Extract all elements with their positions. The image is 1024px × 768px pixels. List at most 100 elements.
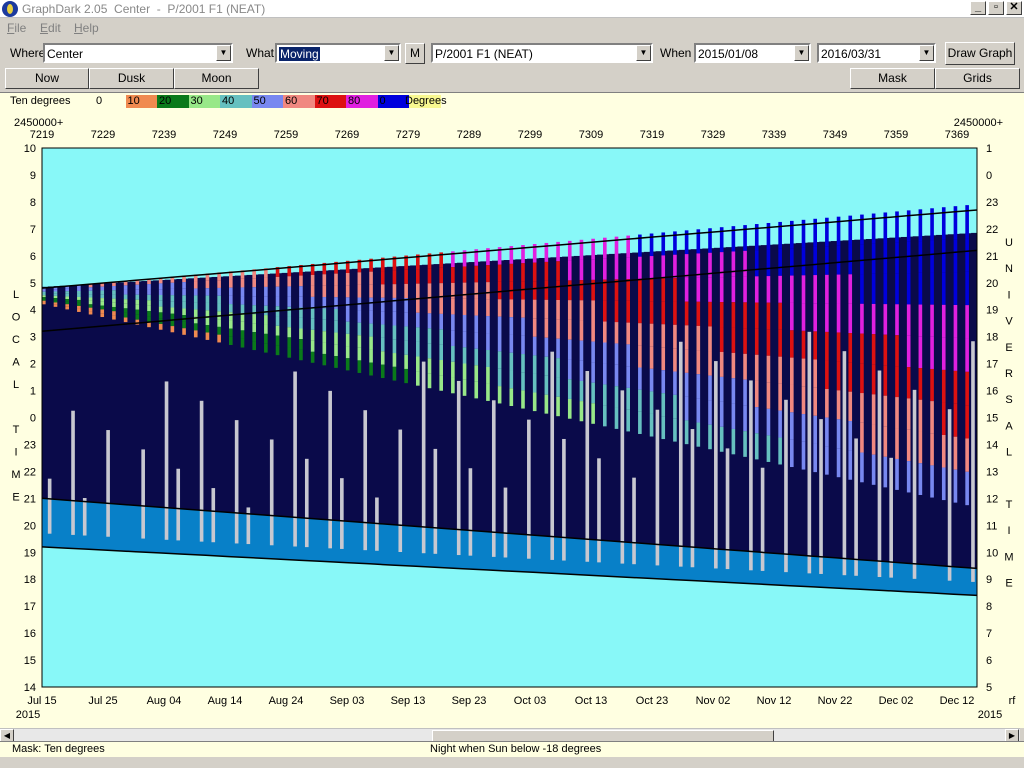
- moon-stripe: [854, 438, 858, 576]
- altitude-stripe: [486, 265, 490, 283]
- altitude-stripe: [252, 341, 256, 351]
- altitude-stripe: [836, 332, 841, 362]
- altitude-stripe: [603, 300, 607, 322]
- altitude-stripe: [941, 304, 946, 338]
- left-tick-label: 14: [24, 682, 36, 694]
- end-date-select[interactable]: 2016/03/31 ▼: [817, 43, 936, 63]
- night-region: [608, 253, 616, 542]
- altitude-stripe: [252, 296, 256, 306]
- altitude-stripe: [708, 351, 712, 376]
- altitude-stripe: [123, 289, 128, 295]
- twilight-band: [205, 510, 212, 556]
- altitude-stripe: [357, 284, 362, 298]
- right-tick-label: 19: [986, 305, 998, 317]
- night-region: [351, 268, 359, 522]
- altitude-stripe: [404, 269, 408, 284]
- altitude-stripe: [345, 309, 350, 322]
- twilight-band: [193, 509, 201, 555]
- altitude-stripe: [416, 327, 420, 342]
- altitude-stripe: [287, 306, 292, 317]
- twilight-band: [696, 547, 703, 582]
- chevron-down-icon[interactable]: ▼: [919, 45, 934, 61]
- altitude-stripe: [603, 258, 607, 280]
- moon-button[interactable]: Moon: [174, 68, 259, 89]
- altitude-stripe: [918, 463, 923, 495]
- close-button[interactable]: ✕: [1006, 1, 1022, 15]
- altitude-stripe: [790, 357, 794, 385]
- altitude-stripe: [603, 405, 607, 427]
- chevron-down-icon[interactable]: ▼: [794, 45, 809, 61]
- menu-edit[interactable]: Edit: [40, 21, 61, 35]
- moon-stripe: [176, 468, 181, 541]
- altitude-stripe: [404, 340, 408, 355]
- menu-help[interactable]: Help: [74, 21, 99, 35]
- altitude-stripe: [883, 304, 888, 335]
- altitude-stripe: [53, 291, 58, 294]
- object-select[interactable]: P/2001 F1 (NEAT) ▼: [431, 43, 653, 63]
- altitude-stripe: [439, 298, 443, 314]
- night-region: [702, 248, 709, 549]
- altitude-stripe: [182, 295, 186, 302]
- draw-graph-button[interactable]: Draw Graph: [945, 42, 1015, 65]
- altitude-stripe: [813, 443, 817, 473]
- twilight-band: [860, 560, 867, 590]
- restore-button[interactable]: ▫: [988, 1, 1004, 15]
- altitude-stripe: [848, 303, 853, 334]
- altitude-stripe: [579, 401, 584, 422]
- altitude-stripe: [427, 313, 432, 329]
- twilight-band: [509, 533, 516, 572]
- altitude-stripe: [883, 273, 888, 305]
- altitude-stripe: [77, 305, 81, 309]
- right-tick-label: 11: [986, 520, 997, 532]
- altitude-stripe: [521, 372, 525, 391]
- night-region: [573, 255, 581, 539]
- altitude-stripe: [439, 344, 443, 361]
- where-select[interactable]: Center ▼: [43, 43, 233, 63]
- altitude-stripe: [941, 467, 946, 501]
- altitude-stripe: [474, 265, 479, 283]
- altitude-stripe: [462, 363, 467, 380]
- grids-button[interactable]: Grids: [935, 68, 1020, 89]
- altitude-stripe: [614, 407, 619, 429]
- altitude-stripe: [918, 368, 923, 400]
- altitude-stripe: [299, 339, 303, 350]
- moon-stripe: [106, 430, 110, 537]
- altitude-stripe: [275, 316, 280, 326]
- altitude-stripe: [673, 348, 677, 372]
- left-tick-label: 1: [30, 386, 36, 398]
- twilight-band: [100, 502, 107, 550]
- altitude-stripe: [895, 428, 899, 459]
- altitude-stripe: [322, 331, 327, 343]
- menu-file[interactable]: File: [7, 21, 26, 35]
- chevron-down-icon[interactable]: ▼: [636, 45, 651, 61]
- moon-stripe: [246, 507, 251, 545]
- altitude-stripe: [684, 396, 689, 421]
- chevron-down-icon[interactable]: ▼: [384, 45, 399, 61]
- chevron-down-icon[interactable]: ▼: [216, 45, 231, 61]
- top-tick-label: 7359: [884, 129, 908, 141]
- altitude-stripe: [801, 358, 806, 387]
- start-date-select[interactable]: 2015/01/08 ▼: [694, 43, 811, 63]
- right-axis-letter: M: [1004, 551, 1013, 563]
- dusk-button[interactable]: Dusk: [89, 68, 174, 89]
- altitude-stripe: [123, 294, 128, 300]
- left-tick-label: 6: [30, 251, 36, 263]
- minimize-button[interactable]: _: [970, 1, 986, 15]
- twilight-band: [217, 511, 224, 557]
- horizontal-scrollbar[interactable]: ◀ ▶: [0, 728, 1020, 743]
- what-select[interactable]: Moving ▼: [275, 43, 401, 63]
- now-button[interactable]: Now: [5, 68, 89, 89]
- altitude-stripe: [240, 321, 245, 331]
- left-axis-letter: L: [13, 379, 19, 391]
- twilight-band: [643, 543, 651, 579]
- altitude-stripe: [112, 311, 116, 316]
- altitude-stripe: [661, 301, 666, 325]
- m-button[interactable]: M: [405, 43, 425, 64]
- altitude-stripe: [427, 268, 432, 284]
- altitude-stripe: [462, 282, 467, 299]
- right-tick-label: 15: [986, 413, 998, 425]
- mask-button[interactable]: Mask: [850, 68, 935, 89]
- altitude-stripe: [930, 336, 934, 369]
- bottom-tick-label: Aug 04: [147, 695, 182, 707]
- twilight-band: [661, 545, 668, 580]
